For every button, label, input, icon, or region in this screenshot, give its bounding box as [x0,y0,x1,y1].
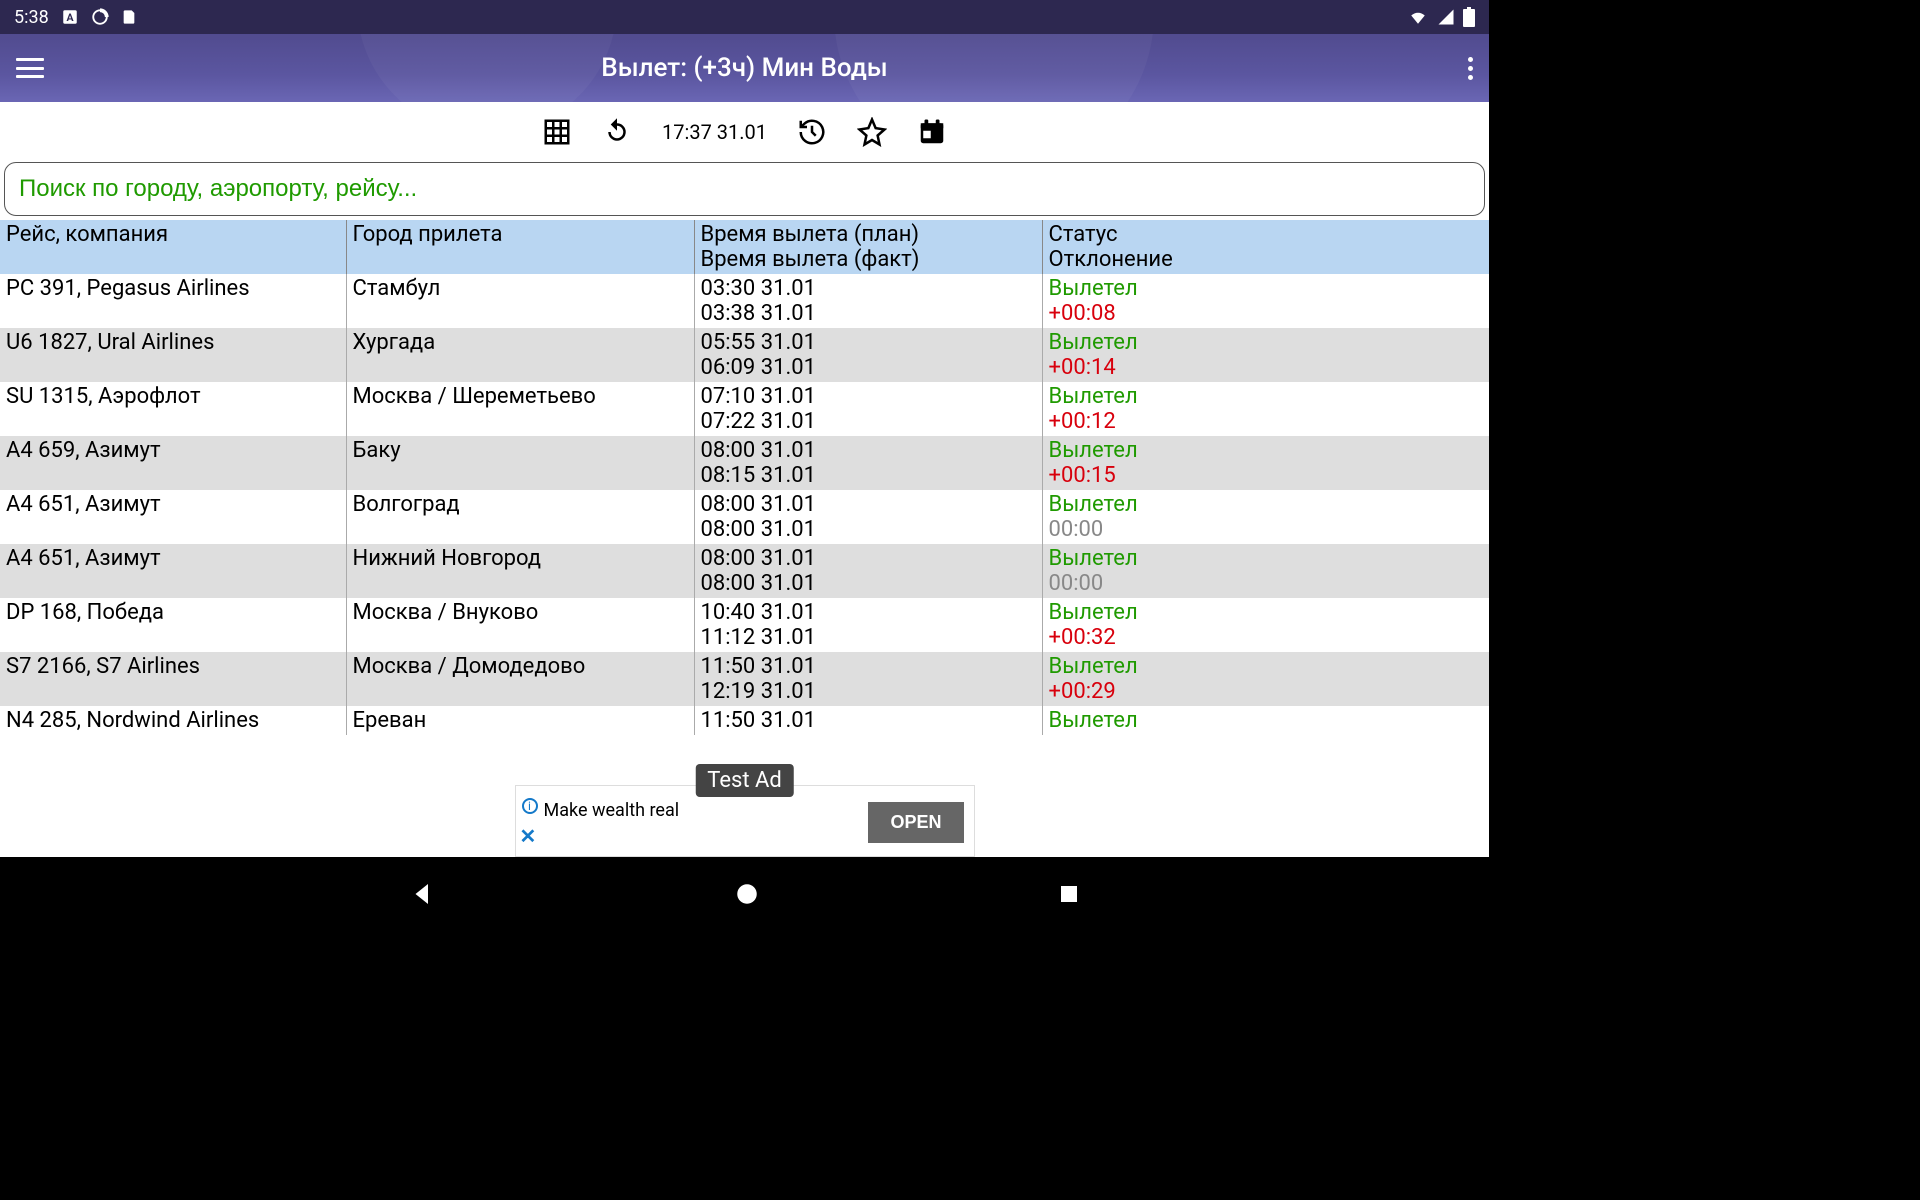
toolbar: 17:37 31.01 [0,102,1489,162]
cell-dest: Хургада [346,328,694,382]
col-time-fact: Время вылета (факт) [701,247,1036,272]
col-dest: Город прилета [346,220,694,274]
cell-flight: N4 285, Nordwind Airlines [0,706,346,735]
status-time: 5:38 [14,7,49,28]
col-time-plan: Время вылета (план) [701,222,1036,247]
ad-badge: Test Ad [695,764,794,797]
cell-status: Вылетел+00:32 [1042,598,1489,652]
grid-icon[interactable] [542,117,572,147]
col-flight: Рейс, компания [0,220,346,274]
cell-time: 08:00 31.0108:15 31.01 [694,436,1042,490]
search-input[interactable] [4,162,1485,216]
cell-flight: A4 651, Азимут [0,544,346,598]
cell-status: Вылетел [1042,706,1489,735]
toolbar-time: 17:37 31.01 [662,120,767,144]
ad-info-icon[interactable]: i [522,798,538,814]
cell-dest: Нижний Новгород [346,544,694,598]
cell-dest: Стамбул [346,274,694,328]
keyboard-icon: A [61,8,79,26]
cell-time: 08:00 31.0108:00 31.01 [694,490,1042,544]
cell-time: 08:00 31.0108:00 31.01 [694,544,1042,598]
cell-status: Вылетел00:00 [1042,544,1489,598]
table-row[interactable]: A4 651, АзимутНижний Новгород08:00 31.01… [0,544,1489,598]
signal-icon [1437,8,1455,26]
table-row[interactable]: SU 1315, АэрофлотМосква / Шереметьево07:… [0,382,1489,436]
col-status: Статус Отклонение [1042,220,1489,274]
cell-status: Вылетел+00:08 [1042,274,1489,328]
history-icon[interactable] [797,117,827,147]
cell-dest: Москва / Шереметьево [346,382,694,436]
cell-status: Вылетел+00:14 [1042,328,1489,382]
col-deviation-label: Отклонение [1049,247,1484,272]
android-nav-bar [0,857,1489,930]
ad-close-icon[interactable]: ✕ [520,824,537,848]
cell-flight: U6 1827, Ural Airlines [0,328,346,382]
table-row[interactable]: S7 2166, S7 AirlinesМосква / Домодедово1… [0,652,1489,706]
col-time: Время вылета (план) Время вылета (факт) [694,220,1042,274]
battery-icon [1463,7,1475,27]
cell-time: 10:40 31.0111:12 31.01 [694,598,1042,652]
sd-card-icon [121,8,137,26]
table-row[interactable]: U6 1827, Ural AirlinesХургада05:55 31.01… [0,328,1489,382]
table-row[interactable]: PC 391, Pegasus AirlinesСтамбул03:30 31.… [0,274,1489,328]
flights-table: Рейс, компания Город прилета Время вылет… [0,220,1489,735]
data-saver-icon [91,8,109,26]
cell-time: 03:30 31.0103:38 31.01 [694,274,1042,328]
calendar-icon[interactable] [917,117,947,147]
nav-recents-button[interactable] [1057,882,1081,906]
menu-button[interactable] [16,58,44,78]
cell-status: Вылетел00:00 [1042,490,1489,544]
cell-flight: PC 391, Pegasus Airlines [0,274,346,328]
android-status-bar: 5:38 A [0,0,1489,34]
cell-flight: S7 2166, S7 Airlines [0,652,346,706]
cell-time: 05:55 31.0106:09 31.01 [694,328,1042,382]
nav-back-button[interactable] [408,879,438,909]
svg-text:A: A [66,11,74,24]
table-header-row: Рейс, компания Город прилета Время вылет… [0,220,1489,274]
cell-dest: Баку [346,436,694,490]
cell-dest: Ереван [346,706,694,735]
cell-flight: A4 651, Азимут [0,490,346,544]
ad-banner: Test Ad i ✕ Make wealth real OPEN [515,785,975,857]
star-icon[interactable] [857,117,887,147]
page-title: Вылет: (+3ч) Мин Воды [601,53,887,83]
table-row[interactable]: A4 651, АзимутВолгоград08:00 31.0108:00 … [0,490,1489,544]
ad-open-button[interactable]: OPEN [868,802,963,843]
table-row[interactable]: N4 285, Nordwind AirlinesЕреван11:50 31.… [0,706,1489,735]
refresh-icon[interactable] [602,117,632,147]
col-status-label: Статус [1049,222,1484,247]
cell-time: 11:50 31.01 [694,706,1042,735]
table-row[interactable]: A4 659, АзимутБаку08:00 31.0108:15 31.01… [0,436,1489,490]
cell-time: 07:10 31.0107:22 31.01 [694,382,1042,436]
cell-dest: Волгоград [346,490,694,544]
cell-dest: Москва / Внуково [346,598,694,652]
cell-dest: Москва / Домодедово [346,652,694,706]
nav-home-button[interactable] [734,881,760,907]
table-row[interactable]: DP 168, ПобедаМосква / Внуково10:40 31.0… [0,598,1489,652]
cell-flight: A4 659, Азимут [0,436,346,490]
cell-flight: SU 1315, Аэрофлот [0,382,346,436]
cell-status: Вылетел+00:15 [1042,436,1489,490]
overflow-menu-button[interactable] [1468,57,1473,80]
cell-flight: DP 168, Победа [0,598,346,652]
cell-time: 11:50 31.0112:19 31.01 [694,652,1042,706]
app-bar: Вылет: (+3ч) Мин Воды [0,34,1489,102]
wifi-icon [1407,8,1429,26]
cell-status: Вылетел+00:12 [1042,382,1489,436]
ad-text: Make wealth real [544,800,680,821]
cell-status: Вылетел+00:29 [1042,652,1489,706]
